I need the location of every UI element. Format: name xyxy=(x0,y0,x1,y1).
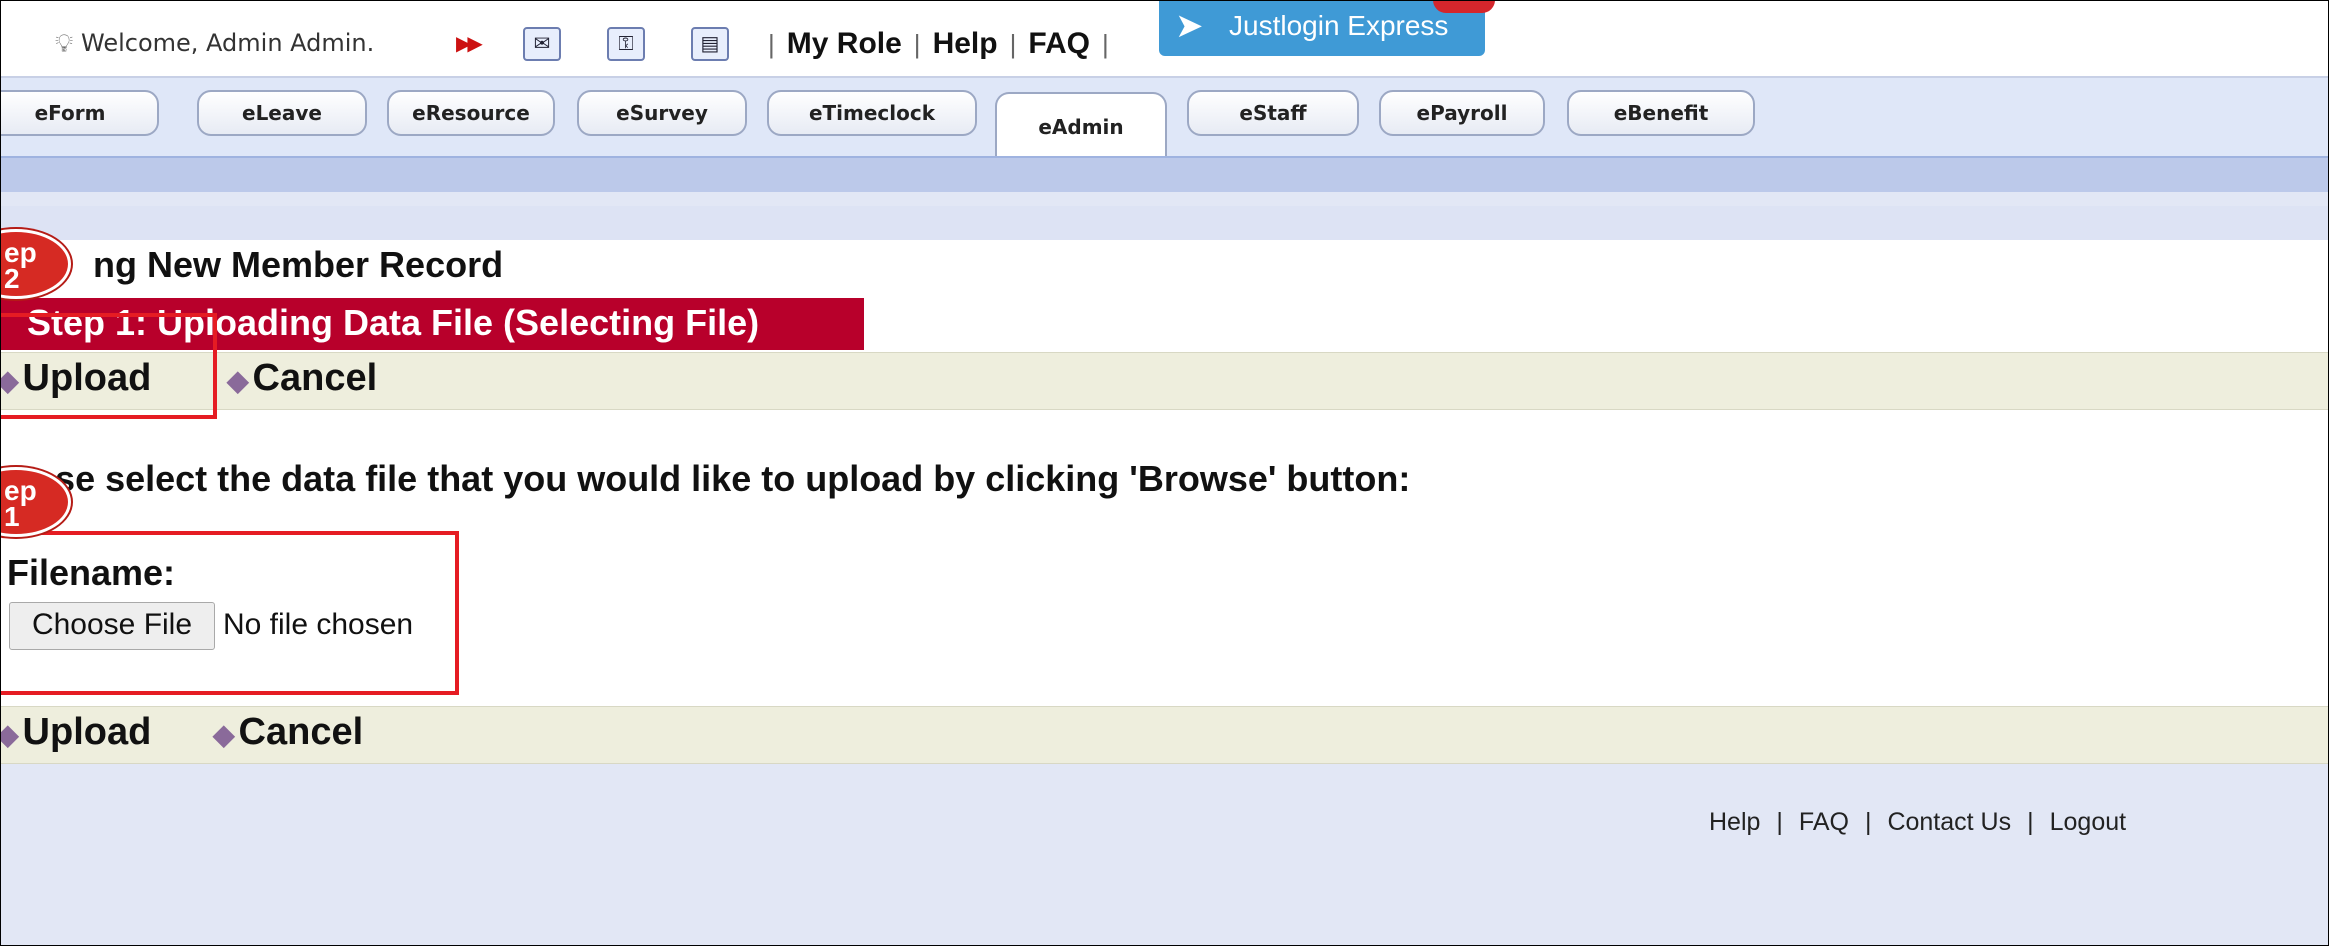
top-bar: 💡︎ Welcome, Admin Admin. ▶▶ ✉ ⚿ ▤ | My Ro… xyxy=(1,1,2328,78)
footer-logout-link[interactable]: Logout xyxy=(2050,808,2126,836)
page-frame: 💡︎ Welcome, Admin Admin. ▶▶ ✉ ⚿ ▤ | My Ro… xyxy=(0,0,2329,946)
tab-eresource[interactable]: eResource xyxy=(387,90,555,136)
help-link[interactable]: Help xyxy=(933,27,998,60)
faq-link[interactable]: FAQ xyxy=(1028,27,1090,60)
upload-label: Upload xyxy=(22,711,152,753)
key-icon[interactable]: ⚿ xyxy=(607,27,645,61)
instruction-text: ease select the data file that you would… xyxy=(15,458,1411,499)
welcome-text: Welcome, Admin Admin. xyxy=(81,29,375,57)
cancel-label: Cancel xyxy=(238,711,364,753)
justlogin-express-button[interactable]: ➤ Justlogin Express xyxy=(1159,1,1495,56)
footer-contact-link[interactable]: Contact Us xyxy=(1887,808,2011,836)
bottom-action-bar: ◆Upload ◆Cancel xyxy=(1,706,2328,764)
tab-etimeclock[interactable]: eTimeclock xyxy=(767,90,977,136)
step1-bubble-text: ep 1 xyxy=(4,475,37,532)
lightbulb-icon: 💡︎ xyxy=(55,29,74,59)
cancel-button-top[interactable]: ◆ Cancel xyxy=(227,357,377,400)
tab-esurvey[interactable]: eSurvey xyxy=(577,90,747,136)
cancel-icon: ◆ xyxy=(213,719,235,750)
page-title: ng New Member Record xyxy=(93,244,504,285)
module-tab-bar: eForm eLeave eResource eSurvey eTimecloc… xyxy=(1,78,2328,156)
tab-estaff[interactable]: eStaff xyxy=(1187,90,1359,136)
double-arrow-icon[interactable]: ▶▶ xyxy=(456,31,483,56)
tab-eadmin[interactable]: eAdmin xyxy=(995,92,1167,156)
upload-icon: ◆ xyxy=(1,719,19,750)
step2-bubble-text: ep 2 xyxy=(4,237,37,294)
tab-epayroll[interactable]: ePayroll xyxy=(1379,90,1545,136)
top-links: | My Role | Help | FAQ | xyxy=(768,27,1109,60)
footer-faq-link[interactable]: FAQ xyxy=(1799,808,1849,836)
tab-eform[interactable]: eForm xyxy=(1,90,159,136)
cancel-label: Cancel xyxy=(252,357,378,399)
cancel-icon: ◆ xyxy=(227,365,249,396)
cancel-button-bottom[interactable]: ◆ Cancel xyxy=(213,711,363,754)
chat-icon[interactable]: ▤ xyxy=(691,27,729,61)
footer-help-link[interactable]: Help xyxy=(1709,808,1760,836)
express-label: Justlogin Express xyxy=(1229,10,1449,41)
footer-links: Help | FAQ | Contact Us | Logout xyxy=(1709,808,2127,836)
paper-plane-icon: ➤ xyxy=(1175,7,1204,45)
new-badge xyxy=(1433,1,1495,13)
welcome-area: 💡︎ Welcome, Admin Admin. xyxy=(55,29,375,59)
spacer-strip xyxy=(1,206,2328,240)
mail-icon[interactable]: ✉ xyxy=(523,27,561,61)
tab-eleave[interactable]: eLeave xyxy=(197,90,367,136)
my-role-link[interactable]: My Role xyxy=(787,27,902,60)
upload-button-bottom[interactable]: ◆Upload xyxy=(1,711,152,754)
step1-highlight-box xyxy=(1,531,459,695)
step2-highlight-box xyxy=(1,313,217,419)
sub-menu-strip xyxy=(1,156,2328,192)
top-action-bar: ◆Upload ◆Cancel xyxy=(1,352,2328,410)
tab-ebenefit[interactable]: eBenefit xyxy=(1567,90,1755,136)
